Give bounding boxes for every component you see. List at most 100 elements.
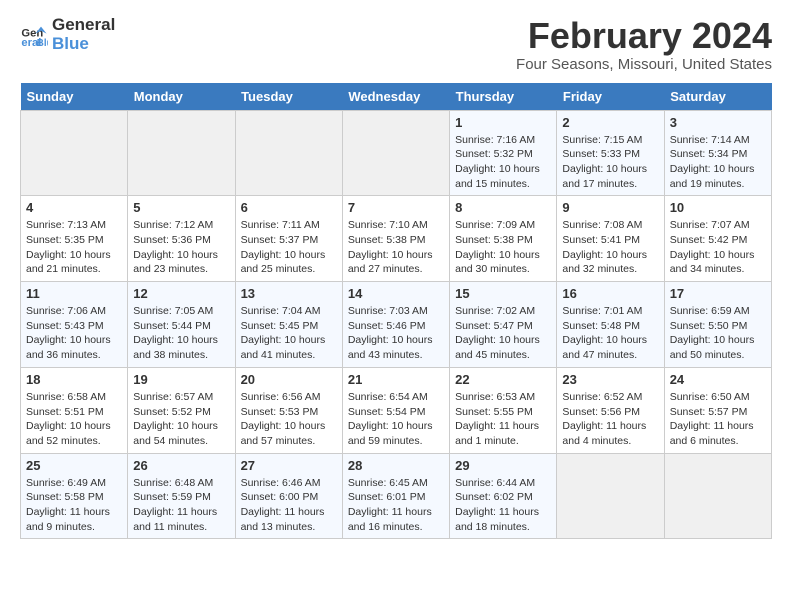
- cell-day-number: 10: [670, 200, 766, 215]
- calendar-cell: 13Sunrise: 7:04 AMSunset: 5:45 PMDayligh…: [235, 282, 342, 368]
- calendar-cell: 17Sunrise: 6:59 AMSunset: 5:50 PMDayligh…: [664, 282, 771, 368]
- calendar-cell: 11Sunrise: 7:06 AMSunset: 5:43 PMDayligh…: [21, 282, 128, 368]
- calendar-cell: 1 Sunrise: 7:16 AMSunset: 5:32 PMDaylight…: [450, 110, 557, 196]
- calendar-cell: 2 Sunrise: 7:15 AMSunset: 5:33 PMDaylight…: [557, 110, 664, 196]
- cell-day-number: 4: [26, 200, 122, 215]
- cell-day-number: 16: [562, 286, 658, 301]
- cell-info: Sunrise: 7:09 AMSunset: 5:38 PMDaylight:…: [455, 218, 551, 277]
- calendar-cell: 27 Sunrise: 6:46 AMSunset: 6:00 PMDayligh…: [235, 453, 342, 539]
- cell-info: Sunrise: 7:12 AMSunset: 5:36 PMDaylight:…: [133, 218, 229, 277]
- cell-day-number: 2: [562, 115, 658, 130]
- header: Gen eral Blue General Blue February 2024…: [20, 16, 772, 73]
- cell-info: Sunrise: 6:45 AMSunset: 6:01 PMDaylight:…: [348, 476, 444, 535]
- calendar-cell: 23 Sunrise: 6:52 AMSunset: 5:56 PMDayligh…: [557, 367, 664, 453]
- cell-info: Sunrise: 6:46 AMSunset: 6:00 PMDaylight:…: [241, 476, 337, 535]
- calendar-cell: 7 Sunrise: 7:10 AMSunset: 5:38 PMDaylight…: [342, 196, 449, 282]
- title-block: February 2024 Four Seasons, Missouri, Un…: [516, 16, 772, 73]
- calendar-subtitle: Four Seasons, Missouri, United States: [516, 56, 772, 73]
- cell-info: Sunrise: 7:04 AMSunset: 5:45 PMDaylight:…: [241, 304, 337, 363]
- cell-info: Sunrise: 6:59 AMSunset: 5:50 PMDaylight:…: [670, 304, 766, 363]
- calendar-header: SundayMondayTuesdayWednesdayThursdayFrid…: [21, 83, 772, 111]
- week-row-2: 4Sunrise: 7:13 AMSunset: 5:35 PMDaylight…: [21, 196, 772, 282]
- cell-day-number: 11: [26, 286, 122, 301]
- cell-day-number: 29: [455, 458, 551, 473]
- calendar-cell: 26 Sunrise: 6:48 AMSunset: 5:59 PMDayligh…: [128, 453, 235, 539]
- cell-info: Sunrise: 6:54 AMSunset: 5:54 PMDaylight:…: [348, 390, 444, 449]
- calendar-cell: 19 Sunrise: 6:57 AMSunset: 5:52 PMDayligh…: [128, 367, 235, 453]
- week-row-5: 25 Sunrise: 6:49 AMSunset: 5:58 PMDayligh…: [21, 453, 772, 539]
- cell-info: Sunrise: 6:50 AMSunset: 5:57 PMDaylight:…: [670, 390, 766, 449]
- cell-day-number: 22: [455, 372, 551, 387]
- weekday-saturday: Saturday: [664, 83, 771, 111]
- cell-info: Sunrise: 6:48 AMSunset: 5:59 PMDaylight:…: [133, 476, 229, 535]
- logo-icon: Gen eral Blue: [20, 21, 48, 49]
- calendar-cell: 10 Sunrise: 7:07 AMSunset: 5:42 PMDayligh…: [664, 196, 771, 282]
- cell-info: Sunrise: 6:52 AMSunset: 5:56 PMDaylight:…: [562, 390, 658, 449]
- calendar-cell: 14Sunrise: 7:03 AMSunset: 5:46 PMDayligh…: [342, 282, 449, 368]
- cell-info: Sunrise: 7:16 AMSunset: 5:32 PMDaylight:…: [455, 133, 551, 192]
- calendar-cell: 24 Sunrise: 6:50 AMSunset: 5:57 PMDayligh…: [664, 367, 771, 453]
- calendar-body: 1 Sunrise: 7:16 AMSunset: 5:32 PMDaylight…: [21, 110, 772, 539]
- logo-line2: Blue: [52, 35, 115, 54]
- calendar-cell: 25 Sunrise: 6:49 AMSunset: 5:58 PMDayligh…: [21, 453, 128, 539]
- cell-day-number: 23: [562, 372, 658, 387]
- calendar-cell: 22 Sunrise: 6:53 AMSunset: 5:55 PMDayligh…: [450, 367, 557, 453]
- calendar-cell: [664, 453, 771, 539]
- logo: Gen eral Blue General Blue: [20, 16, 115, 53]
- weekday-friday: Friday: [557, 83, 664, 111]
- cell-day-number: 26: [133, 458, 229, 473]
- calendar-cell: 21 Sunrise: 6:54 AMSunset: 5:54 PMDayligh…: [342, 367, 449, 453]
- calendar-cell: [235, 110, 342, 196]
- cell-day-number: 5: [133, 200, 229, 215]
- cell-info: Sunrise: 7:05 AMSunset: 5:44 PMDaylight:…: [133, 304, 229, 363]
- calendar-cell: 12 Sunrise: 7:05 AMSunset: 5:44 PMDayligh…: [128, 282, 235, 368]
- weekday-monday: Monday: [128, 83, 235, 111]
- cell-info: Sunrise: 6:49 AMSunset: 5:58 PMDaylight:…: [26, 476, 122, 535]
- cell-day-number: 15: [455, 286, 551, 301]
- week-row-4: 18 Sunrise: 6:58 AMSunset: 5:51 PMDayligh…: [21, 367, 772, 453]
- cell-day-number: 24: [670, 372, 766, 387]
- cell-info: Sunrise: 6:56 AMSunset: 5:53 PMDaylight:…: [241, 390, 337, 449]
- cell-info: Sunrise: 6:53 AMSunset: 5:55 PMDaylight:…: [455, 390, 551, 449]
- calendar-cell: 3Sunrise: 7:14 AMSunset: 5:34 PMDaylight…: [664, 110, 771, 196]
- cell-info: Sunrise: 7:10 AMSunset: 5:38 PMDaylight:…: [348, 218, 444, 277]
- cell-info: Sunrise: 7:11 AMSunset: 5:37 PMDaylight:…: [241, 218, 337, 277]
- cell-info: Sunrise: 7:15 AMSunset: 5:33 PMDaylight:…: [562, 133, 658, 192]
- cell-day-number: 20: [241, 372, 337, 387]
- weekday-header-row: SundayMondayTuesdayWednesdayThursdayFrid…: [21, 83, 772, 111]
- cell-info: Sunrise: 7:02 AMSunset: 5:47 PMDaylight:…: [455, 304, 551, 363]
- calendar-cell: 18 Sunrise: 6:58 AMSunset: 5:51 PMDayligh…: [21, 367, 128, 453]
- calendar-cell: 15 Sunrise: 7:02 AMSunset: 5:47 PMDayligh…: [450, 282, 557, 368]
- logo-line1: General: [52, 16, 115, 35]
- cell-day-number: 7: [348, 200, 444, 215]
- cell-day-number: 14: [348, 286, 444, 301]
- cell-day-number: 18: [26, 372, 122, 387]
- calendar-cell: 20 Sunrise: 6:56 AMSunset: 5:53 PMDayligh…: [235, 367, 342, 453]
- calendar-title: February 2024: [516, 16, 772, 56]
- cell-info: Sunrise: 7:08 AMSunset: 5:41 PMDaylight:…: [562, 218, 658, 277]
- weekday-wednesday: Wednesday: [342, 83, 449, 111]
- calendar-cell: [342, 110, 449, 196]
- week-row-1: 1 Sunrise: 7:16 AMSunset: 5:32 PMDaylight…: [21, 110, 772, 196]
- calendar-table: SundayMondayTuesdayWednesdayThursdayFrid…: [20, 83, 772, 540]
- cell-info: Sunrise: 6:44 AMSunset: 6:02 PMDaylight:…: [455, 476, 551, 535]
- cell-day-number: 28: [348, 458, 444, 473]
- cell-info: Sunrise: 6:57 AMSunset: 5:52 PMDaylight:…: [133, 390, 229, 449]
- cell-day-number: 9: [562, 200, 658, 215]
- cell-day-number: 8: [455, 200, 551, 215]
- calendar-cell: [21, 110, 128, 196]
- calendar-cell: 9 Sunrise: 7:08 AMSunset: 5:41 PMDaylight…: [557, 196, 664, 282]
- cell-info: Sunrise: 6:58 AMSunset: 5:51 PMDaylight:…: [26, 390, 122, 449]
- cell-day-number: 21: [348, 372, 444, 387]
- cell-day-number: 19: [133, 372, 229, 387]
- cell-day-number: 27: [241, 458, 337, 473]
- cell-info: Sunrise: 7:07 AMSunset: 5:42 PMDaylight:…: [670, 218, 766, 277]
- weekday-sunday: Sunday: [21, 83, 128, 111]
- calendar-cell: 5 Sunrise: 7:12 AMSunset: 5:36 PMDaylight…: [128, 196, 235, 282]
- cell-day-number: 12: [133, 286, 229, 301]
- calendar-cell: 6Sunrise: 7:11 AMSunset: 5:37 PMDaylight…: [235, 196, 342, 282]
- calendar-cell: [128, 110, 235, 196]
- cell-day-number: 25: [26, 458, 122, 473]
- cell-day-number: 1: [455, 115, 551, 130]
- weekday-thursday: Thursday: [450, 83, 557, 111]
